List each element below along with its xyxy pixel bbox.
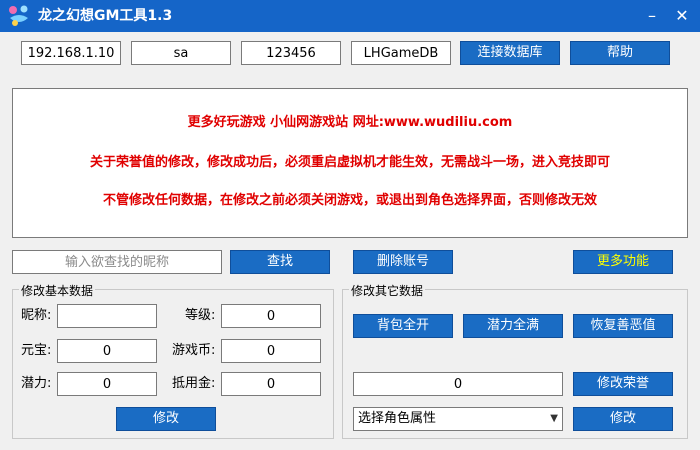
max-potential-button[interactable]: 潜力全满 (463, 314, 563, 338)
basic-data-title: 修改基本数据 (19, 282, 96, 299)
notice-line-1: 更多好玩游戏 小仙网游戏站 网址:www.wudiliu.com (187, 115, 513, 130)
voucher-label: 抵用金: (172, 376, 216, 391)
honor-field[interactable] (353, 372, 563, 396)
close-button[interactable]: ✕ (666, 0, 698, 32)
server-ip-input[interactable] (21, 41, 121, 65)
other-data-title: 修改其它数据 (349, 282, 426, 299)
delete-account-button[interactable]: 删除账号 (353, 250, 453, 274)
nickname-field[interactable] (57, 304, 157, 328)
modify-basic-button[interactable]: 修改 (116, 407, 216, 431)
restore-karma-button[interactable]: 恢复善恶值 (573, 314, 673, 338)
level-field[interactable] (221, 304, 321, 328)
modify-attribute-button[interactable]: 修改 (573, 407, 673, 431)
attribute-select[interactable]: 选择角色属性 ▼ (353, 407, 563, 431)
potential-field[interactable] (57, 372, 157, 396)
voucher-field[interactable] (221, 372, 321, 396)
dragon-app-icon (9, 5, 28, 26)
potential-label: 潜力: (21, 376, 52, 391)
game-coin-field[interactable] (221, 339, 321, 363)
level-label: 等级: (185, 308, 216, 323)
yuanbao-field[interactable] (57, 339, 157, 363)
attribute-select-value: 选择角色属性 (358, 411, 437, 426)
chevron-down-icon: ▼ (550, 413, 558, 424)
minimize-button[interactable]: – (636, 0, 668, 32)
game-coin-label: 游戏币: (172, 343, 216, 358)
nickname-search-input[interactable] (12, 250, 222, 274)
window-title: 龙之幻想GM工具1.3 (38, 8, 173, 24)
notice-panel: 更多好玩游戏 小仙网游戏站 网址:www.wudiliu.com 关于荣誉值的修… (12, 88, 688, 238)
connect-db-button[interactable]: 连接数据库 (460, 41, 560, 65)
search-button[interactable]: 查找 (230, 250, 330, 274)
yuanbao-label: 元宝: (21, 343, 52, 358)
more-features-button[interactable]: 更多功能 (573, 250, 673, 274)
db-user-input[interactable] (131, 41, 231, 65)
title-bar: 龙之幻想GM工具1.3 – ✕ (0, 0, 700, 32)
notice-line-3: 不管修改任何数据，在修改之前必须关闭游戏，或退出到角色选择界面，否则修改无效 (102, 193, 597, 208)
notice-line-2: 关于荣誉值的修改，修改成功后，必须重启虚拟机才能生效，无需战斗一场，进入竞技即可 (89, 155, 610, 170)
help-button[interactable]: 帮助 (570, 41, 670, 65)
db-name-input[interactable] (351, 41, 451, 65)
nickname-label: 昵称: (21, 308, 52, 323)
open-bag-button[interactable]: 背包全开 (353, 314, 453, 338)
db-password-input[interactable] (241, 41, 341, 65)
modify-honor-button[interactable]: 修改荣誉 (573, 372, 673, 396)
